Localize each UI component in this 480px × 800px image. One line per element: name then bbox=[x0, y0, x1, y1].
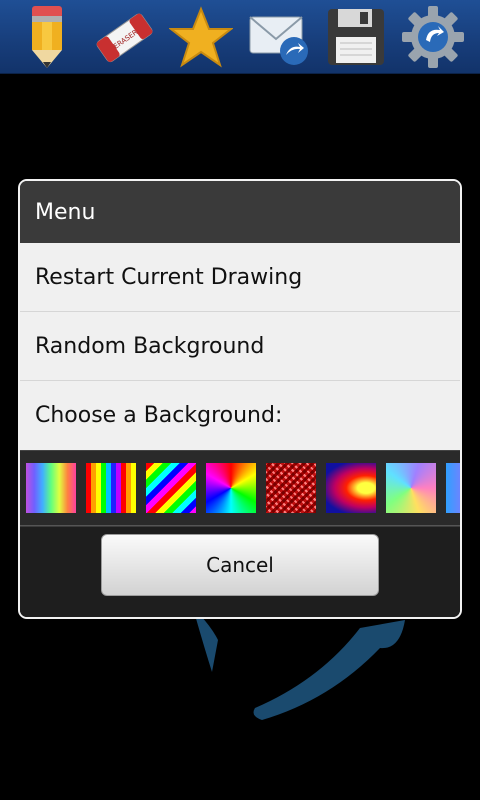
eraser-tool-button[interactable]: ERASER bbox=[91, 4, 157, 70]
floppy-disk-icon bbox=[327, 8, 384, 65]
star-icon bbox=[169, 5, 234, 67]
background-swatch[interactable] bbox=[26, 463, 76, 513]
drawn-stroke bbox=[253, 620, 405, 720]
favorites-button[interactable] bbox=[168, 4, 234, 70]
background-swatch[interactable] bbox=[326, 463, 376, 513]
dialog-footer: Cancel bbox=[20, 526, 460, 617]
background-swatch[interactable] bbox=[386, 463, 436, 513]
background-swatch[interactable] bbox=[206, 463, 256, 513]
save-button[interactable] bbox=[323, 4, 389, 70]
share-button[interactable] bbox=[246, 4, 312, 70]
random-background-item[interactable]: Random Background bbox=[20, 312, 460, 381]
dialog-title: Menu bbox=[20, 181, 460, 243]
cancel-button[interactable]: Cancel bbox=[101, 534, 379, 596]
pencil-tool-button[interactable] bbox=[14, 4, 80, 70]
pencil-icon bbox=[31, 5, 62, 68]
toolbar: ERASER bbox=[0, 0, 480, 74]
background-swatch[interactable] bbox=[446, 463, 460, 513]
background-swatch[interactable] bbox=[266, 463, 316, 513]
background-picker[interactable] bbox=[20, 450, 460, 526]
choose-background-label: Choose a Background: bbox=[20, 381, 460, 450]
mail-share-icon bbox=[248, 15, 308, 65]
restart-drawing-item[interactable]: Restart Current Drawing bbox=[20, 243, 460, 312]
drawn-stroke bbox=[195, 615, 218, 672]
settings-button[interactable] bbox=[400, 4, 466, 70]
eraser-icon: ERASER bbox=[96, 13, 153, 62]
gear-icon bbox=[402, 5, 465, 68]
background-swatch[interactable] bbox=[86, 463, 136, 513]
menu-dialog: Menu Restart Current Drawing Random Back… bbox=[18, 179, 462, 619]
background-swatch[interactable] bbox=[146, 463, 196, 513]
